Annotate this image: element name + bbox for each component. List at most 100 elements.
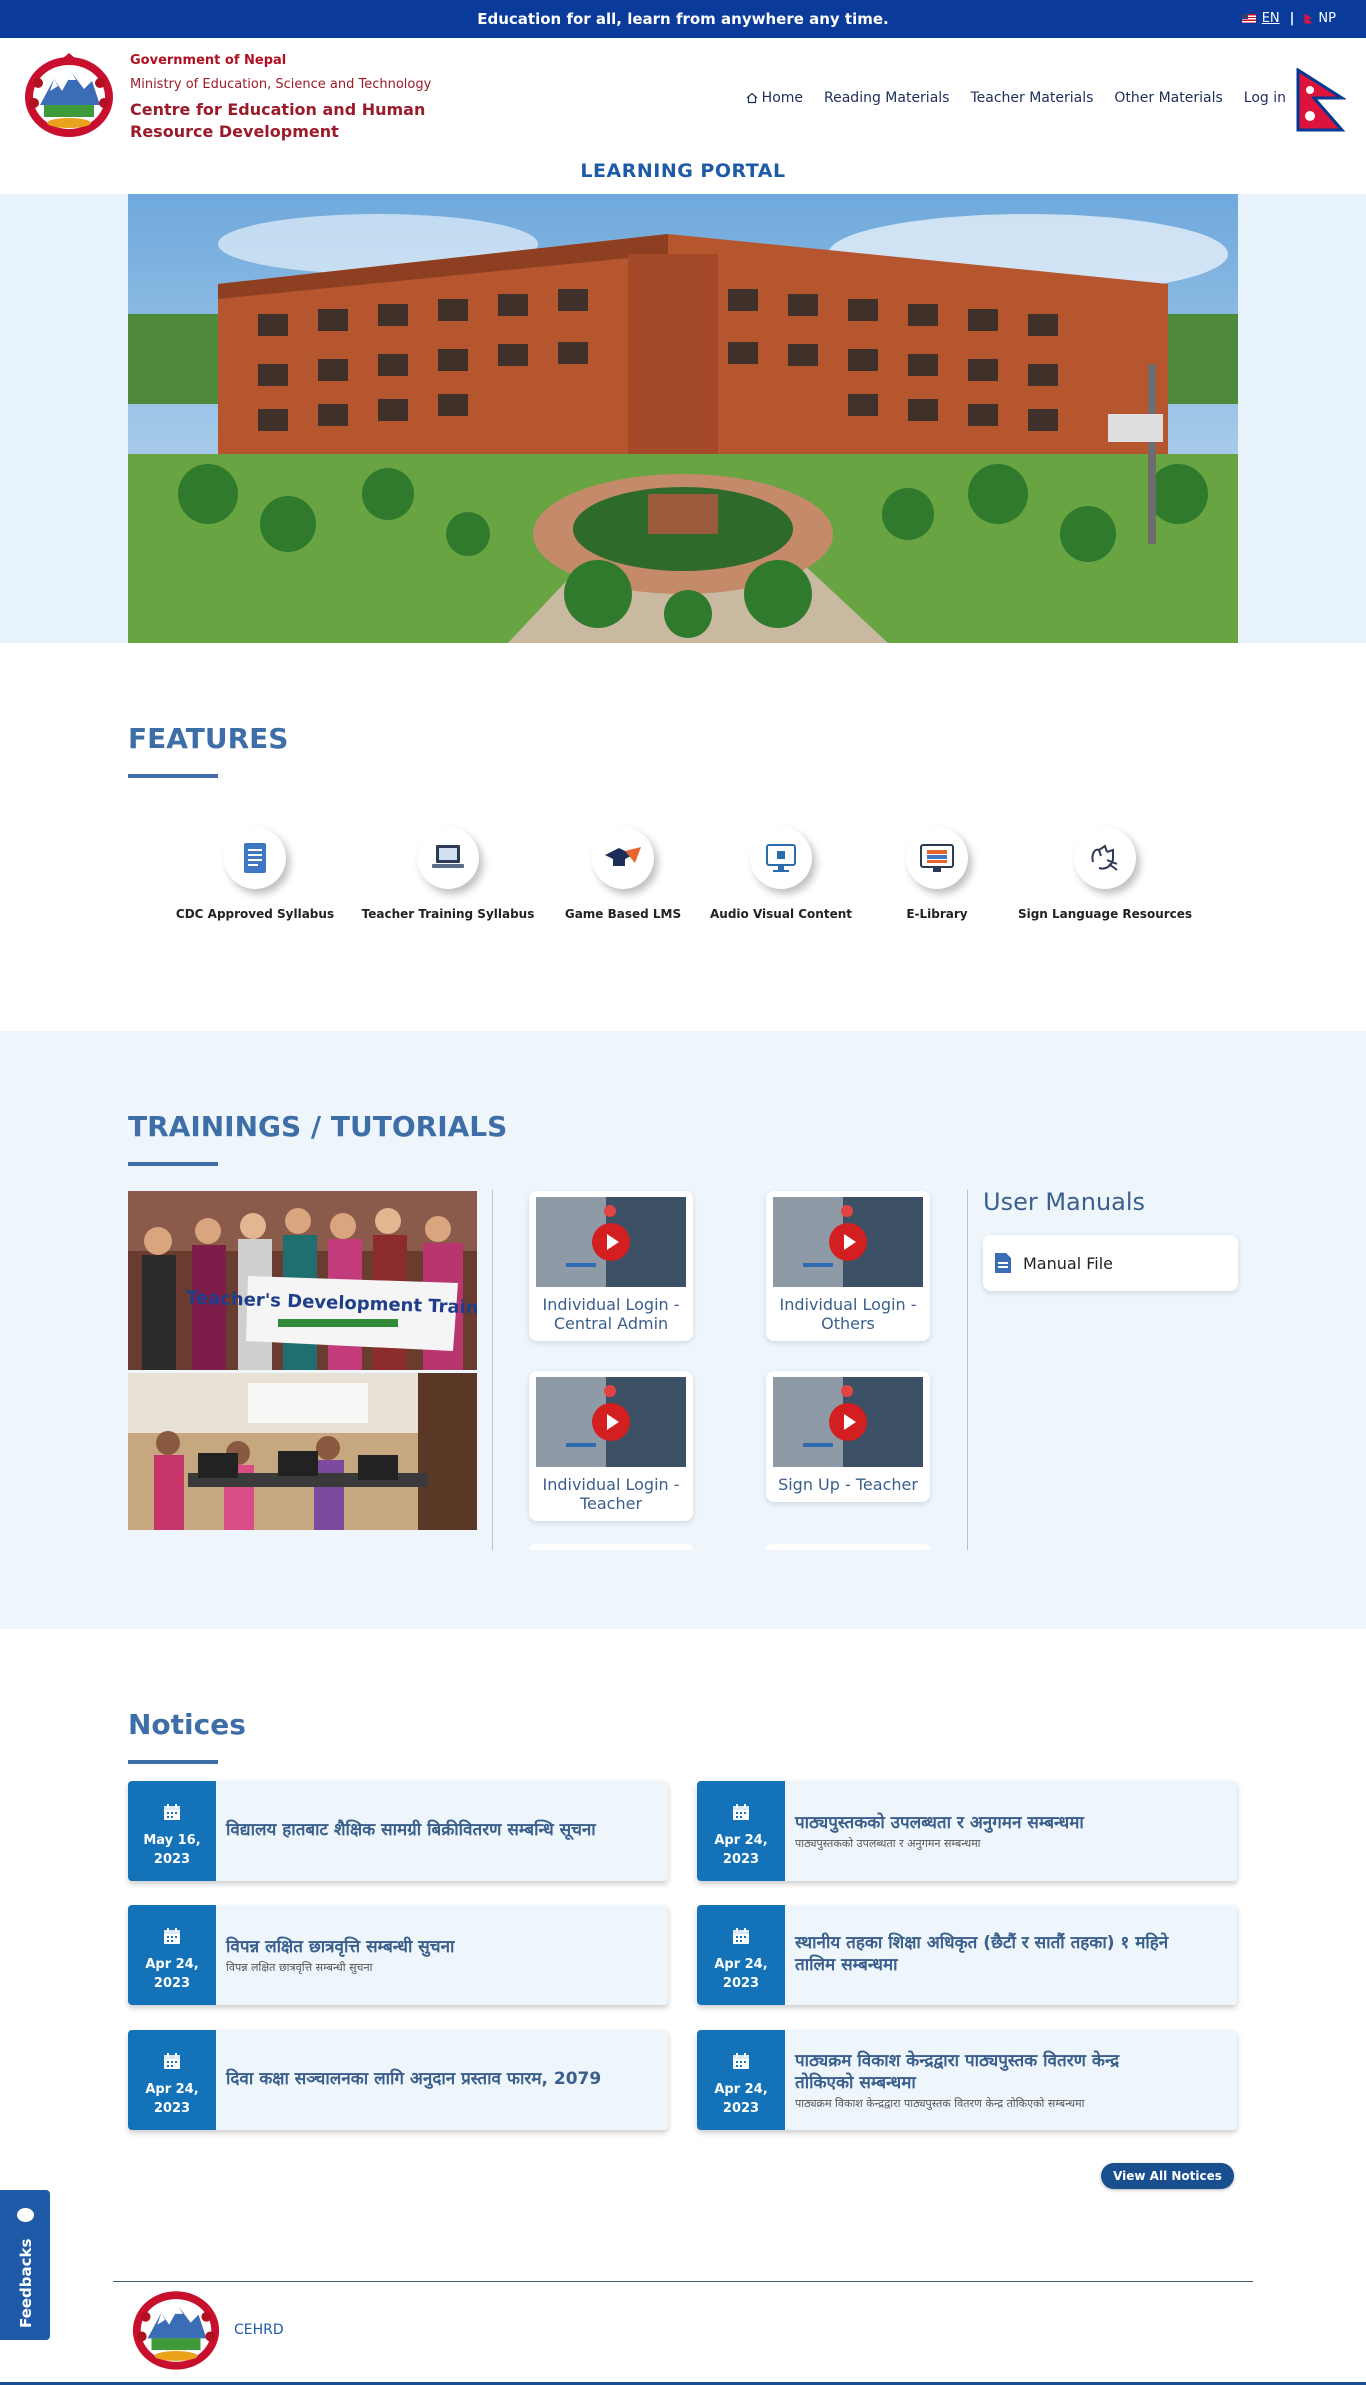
notice-subtitle: पाठ्यपुस्तकको उपलब्धता र अनुगमन सम्बन्धम… xyxy=(795,1836,981,1850)
portal-title: LEARNING PORTAL xyxy=(580,160,786,182)
video-thumbnail xyxy=(536,1377,686,1467)
notice-date: Apr 24, 2023 xyxy=(714,1957,768,1991)
nav-login[interactable]: Log in xyxy=(1244,90,1286,106)
video-card-partial xyxy=(766,1544,930,1550)
notice-date-block: Apr 24, 2023 xyxy=(128,2030,216,2130)
notice-date-block: Apr 24, 2023 xyxy=(697,1905,785,2005)
video-title: Individual Login - Teacher xyxy=(542,1475,680,1513)
home-icon xyxy=(746,92,758,104)
organization-name: Government of Nepal Ministry of Educatio… xyxy=(130,53,490,143)
notice-subtitle: पाठ्यक्रम विकाश केन्द्रद्वारा पाठ्यपुस्त… xyxy=(795,2096,1085,2110)
notice-title: विपन्न लक्षित छात्रवृत्ति सम्बन्धी सुचना xyxy=(226,1936,455,1957)
graduation-cap-icon xyxy=(605,847,641,866)
notice-card[interactable]: Apr 24, 2023 दिवा कक्षा सञ्चालनका लागि अ… xyxy=(128,2030,668,2130)
notice-date: May 16, 2023 xyxy=(143,1833,201,1867)
notice-subtitle: विपन्न लक्षित छात्रवृत्ति सम्बन्धी सुचना xyxy=(226,1960,373,1974)
notice-card[interactable]: Apr 24, 2023 पाठ्यपुस्तकको उपलब्धता र अन… xyxy=(697,1781,1237,1881)
video-title: Individual Login - Central Admin xyxy=(542,1295,680,1333)
feature-icon-holder xyxy=(750,827,812,889)
features-title: FEATURES xyxy=(128,722,289,755)
hero-building-image xyxy=(128,194,1238,643)
training-photo-group: Teacher's Development Training xyxy=(128,1191,477,1370)
calendar-icon xyxy=(733,2053,749,2069)
notices-underline xyxy=(128,1760,218,1764)
feature-sign-language-resources[interactable]: Sign Language Resources xyxy=(1005,818,1205,921)
video-thumbnail xyxy=(773,1377,923,1467)
video-thumbnail xyxy=(773,1197,923,1287)
feature-teacher-training-syllabus[interactable]: Teacher Training Syllabus xyxy=(348,818,548,921)
video-card[interactable]: Individual Login - Teacher xyxy=(529,1371,693,1521)
notice-date-block: Apr 24, 2023 xyxy=(697,1781,785,1881)
trainings-divider-left xyxy=(492,1190,493,1550)
nav-teacher-materials[interactable]: Teacher Materials xyxy=(970,90,1093,106)
computer-lab-image xyxy=(128,1373,477,1530)
trainings-underline xyxy=(128,1162,218,1166)
nav-reading-materials[interactable]: Reading Materials xyxy=(824,90,949,106)
video-card[interactable]: Sign Up - Teacher xyxy=(766,1371,930,1502)
play-icon xyxy=(592,1223,630,1261)
language-switch: EN | NP xyxy=(1241,11,1336,26)
notice-title: स्थानीय तहका शिक्षा अधिकृत (छैटौं र सातौ… xyxy=(795,1933,1169,1975)
notice-date: Apr 24, 2023 xyxy=(145,2082,199,2116)
feature-icon-holder xyxy=(906,827,968,889)
video-title: Individual Login - Others xyxy=(779,1295,917,1333)
lang-separator: | xyxy=(1289,11,1295,26)
calendar-icon xyxy=(733,1804,749,1820)
calendar-icon xyxy=(733,1928,749,1944)
site-header: Government of Nepal Ministry of Educatio… xyxy=(0,38,1366,148)
lang-en-link[interactable]: EN xyxy=(1262,11,1280,26)
notice-date-block: May 16, 2023 xyxy=(128,1781,216,1881)
notice-date: Apr 24, 2023 xyxy=(714,2082,768,2116)
notice-title: पाठ्यपुस्तकको उपलब्धता र अनुगमन सम्बन्धम… xyxy=(795,1812,1084,1833)
books-icon xyxy=(920,844,954,872)
notice-date-block: Apr 24, 2023 xyxy=(128,1905,216,2005)
notice-date-block: Apr 24, 2023 xyxy=(697,2030,785,2130)
us-flag-icon xyxy=(1241,14,1256,23)
feature-label: Teacher Training Syllabus xyxy=(361,907,535,921)
manual-file-link[interactable]: Manual File xyxy=(983,1235,1238,1291)
notice-date: Apr 24, 2023 xyxy=(145,1957,199,1991)
footer-emblem-logo[interactable] xyxy=(128,2287,224,2372)
features-underline xyxy=(128,774,218,778)
feature-icon-holder xyxy=(592,827,654,889)
features-row: CDC Approved Syllabus Teacher Training S… xyxy=(128,818,1238,938)
notice-card[interactable]: May 16, 2023 विद्यालय हातबाट शैक्षिक साम… xyxy=(128,1781,668,1881)
notice-card[interactable]: Apr 24, 2023 पाठ्यक्रम विकाश केन्द्रद्वा… xyxy=(697,2030,1237,2130)
notice-title: विद्यालय हातबाट शैक्षिक सामग्री बिक्रीवि… xyxy=(226,1820,596,1840)
feature-label: CDC Approved Syllabus xyxy=(175,907,335,921)
video-card[interactable]: Individual Login - Others xyxy=(766,1191,930,1341)
feature-cdc-approved-syllabus[interactable]: CDC Approved Syllabus xyxy=(155,818,355,921)
syllabus-icon xyxy=(244,843,266,873)
nav-home[interactable]: Home xyxy=(746,90,803,106)
notice-card[interactable]: Apr 24, 2023 विपन्न लक्षित छात्रवृत्ति स… xyxy=(128,1905,668,2005)
feature-label: Sign Language Resources xyxy=(1017,907,1193,921)
slogan: Education for all, learn from anywhere a… xyxy=(477,10,889,28)
ministry-label: Ministry of Education, Science and Techn… xyxy=(130,77,432,92)
nav-other-materials[interactable]: Other Materials xyxy=(1114,90,1222,106)
nepal-flag-icon xyxy=(1296,68,1346,132)
calendar-icon xyxy=(164,1928,180,1944)
feature-icon-holder xyxy=(417,827,479,889)
notice-title: दिवा कक्षा सञ्चालनका लागि अनुदान प्रस्ता… xyxy=(226,2069,602,2089)
government-label: Government of Nepal xyxy=(130,53,287,68)
video-thumbnail xyxy=(536,1197,686,1287)
training-photo-lab xyxy=(128,1373,477,1530)
nav-home-label: Home xyxy=(761,90,804,106)
view-all-notices-button[interactable]: View All Notices xyxy=(1101,2163,1234,2189)
nepal-emblem-logo[interactable] xyxy=(20,53,118,139)
notice-card[interactable]: Apr 24, 2023 स्थानीय तहका शिक्षा अधिकृत … xyxy=(697,1905,1237,2005)
lang-np-link[interactable]: NP xyxy=(1318,11,1336,26)
feature-icon-holder xyxy=(1074,827,1136,889)
manual-file-label: Manual File xyxy=(1023,1253,1113,1273)
play-icon xyxy=(829,1223,867,1261)
top-bar: Education for all, learn from anywhere a… xyxy=(0,0,1366,38)
feedback-tab[interactable]: Feedbacks xyxy=(0,2190,50,2340)
monitor-icon xyxy=(766,844,796,872)
calendar-icon xyxy=(164,2053,180,2069)
feedback-label: Feedbacks xyxy=(17,2238,35,2328)
video-card[interactable]: Individual Login - Central Admin xyxy=(529,1191,693,1341)
training-group-image: Teacher's Development Training xyxy=(128,1191,477,1370)
chat-bubble-icon xyxy=(17,2208,34,2222)
notice-title: पाठ्यक्रम विकाश केन्द्रद्वारा पाठ्यपुस्त… xyxy=(795,2050,1120,2093)
footer-divider xyxy=(113,2281,1253,2282)
